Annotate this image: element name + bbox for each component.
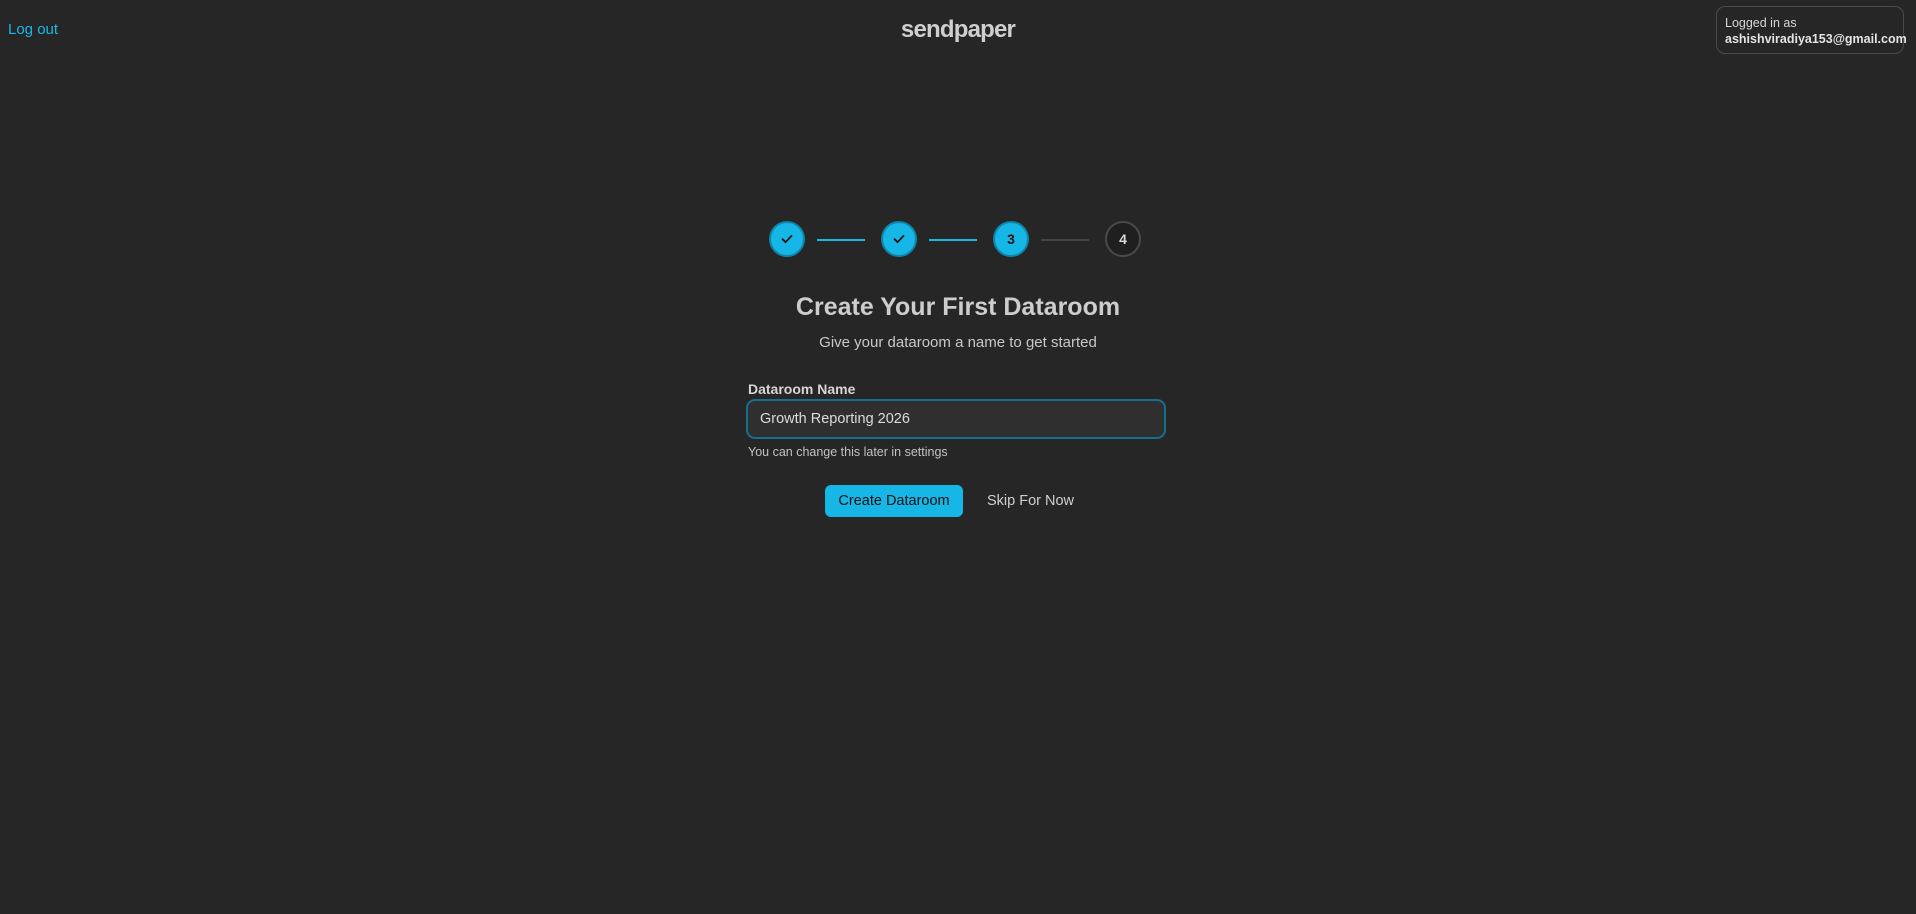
check-icon [893,234,905,244]
step-3-number: 3 [1007,231,1015,247]
step-1-complete [769,221,805,257]
onboarding-page: Log out sendpaper Logged in as ashishvir… [0,0,1916,914]
step-2-complete [881,221,917,257]
step-connector-2 [929,239,977,241]
account-label: Logged in as [1725,16,1797,30]
create-dataroom-button[interactable]: Create Dataroom [825,485,963,517]
dataroom-name-hint: You can change this later in settings [748,445,948,459]
check-icon [781,234,793,244]
page-title: Create Your First Dataroom [795,293,1121,321]
dataroom-name-input[interactable] [746,399,1166,439]
step-connector-1 [817,239,865,241]
step-4-upcoming: 4 [1105,221,1141,257]
skip-for-now-button[interactable]: Skip For Now [978,485,1083,517]
step-4-number: 4 [1119,231,1127,247]
account-email: ashishviradiya153@gmail.com [1725,32,1907,46]
brand-logo: sendpaper [900,16,1016,43]
page-subtitle: Give your dataroom a name to get started [819,334,1097,351]
progress-stepper: 3 4 [767,221,1147,261]
dataroom-name-label: Dataroom Name [748,381,856,397]
account-badge: Logged in as ashishviradiya153@gmail.com [1716,6,1907,54]
step-connector-3 [1041,239,1089,241]
step-3-current: 3 [993,221,1029,257]
